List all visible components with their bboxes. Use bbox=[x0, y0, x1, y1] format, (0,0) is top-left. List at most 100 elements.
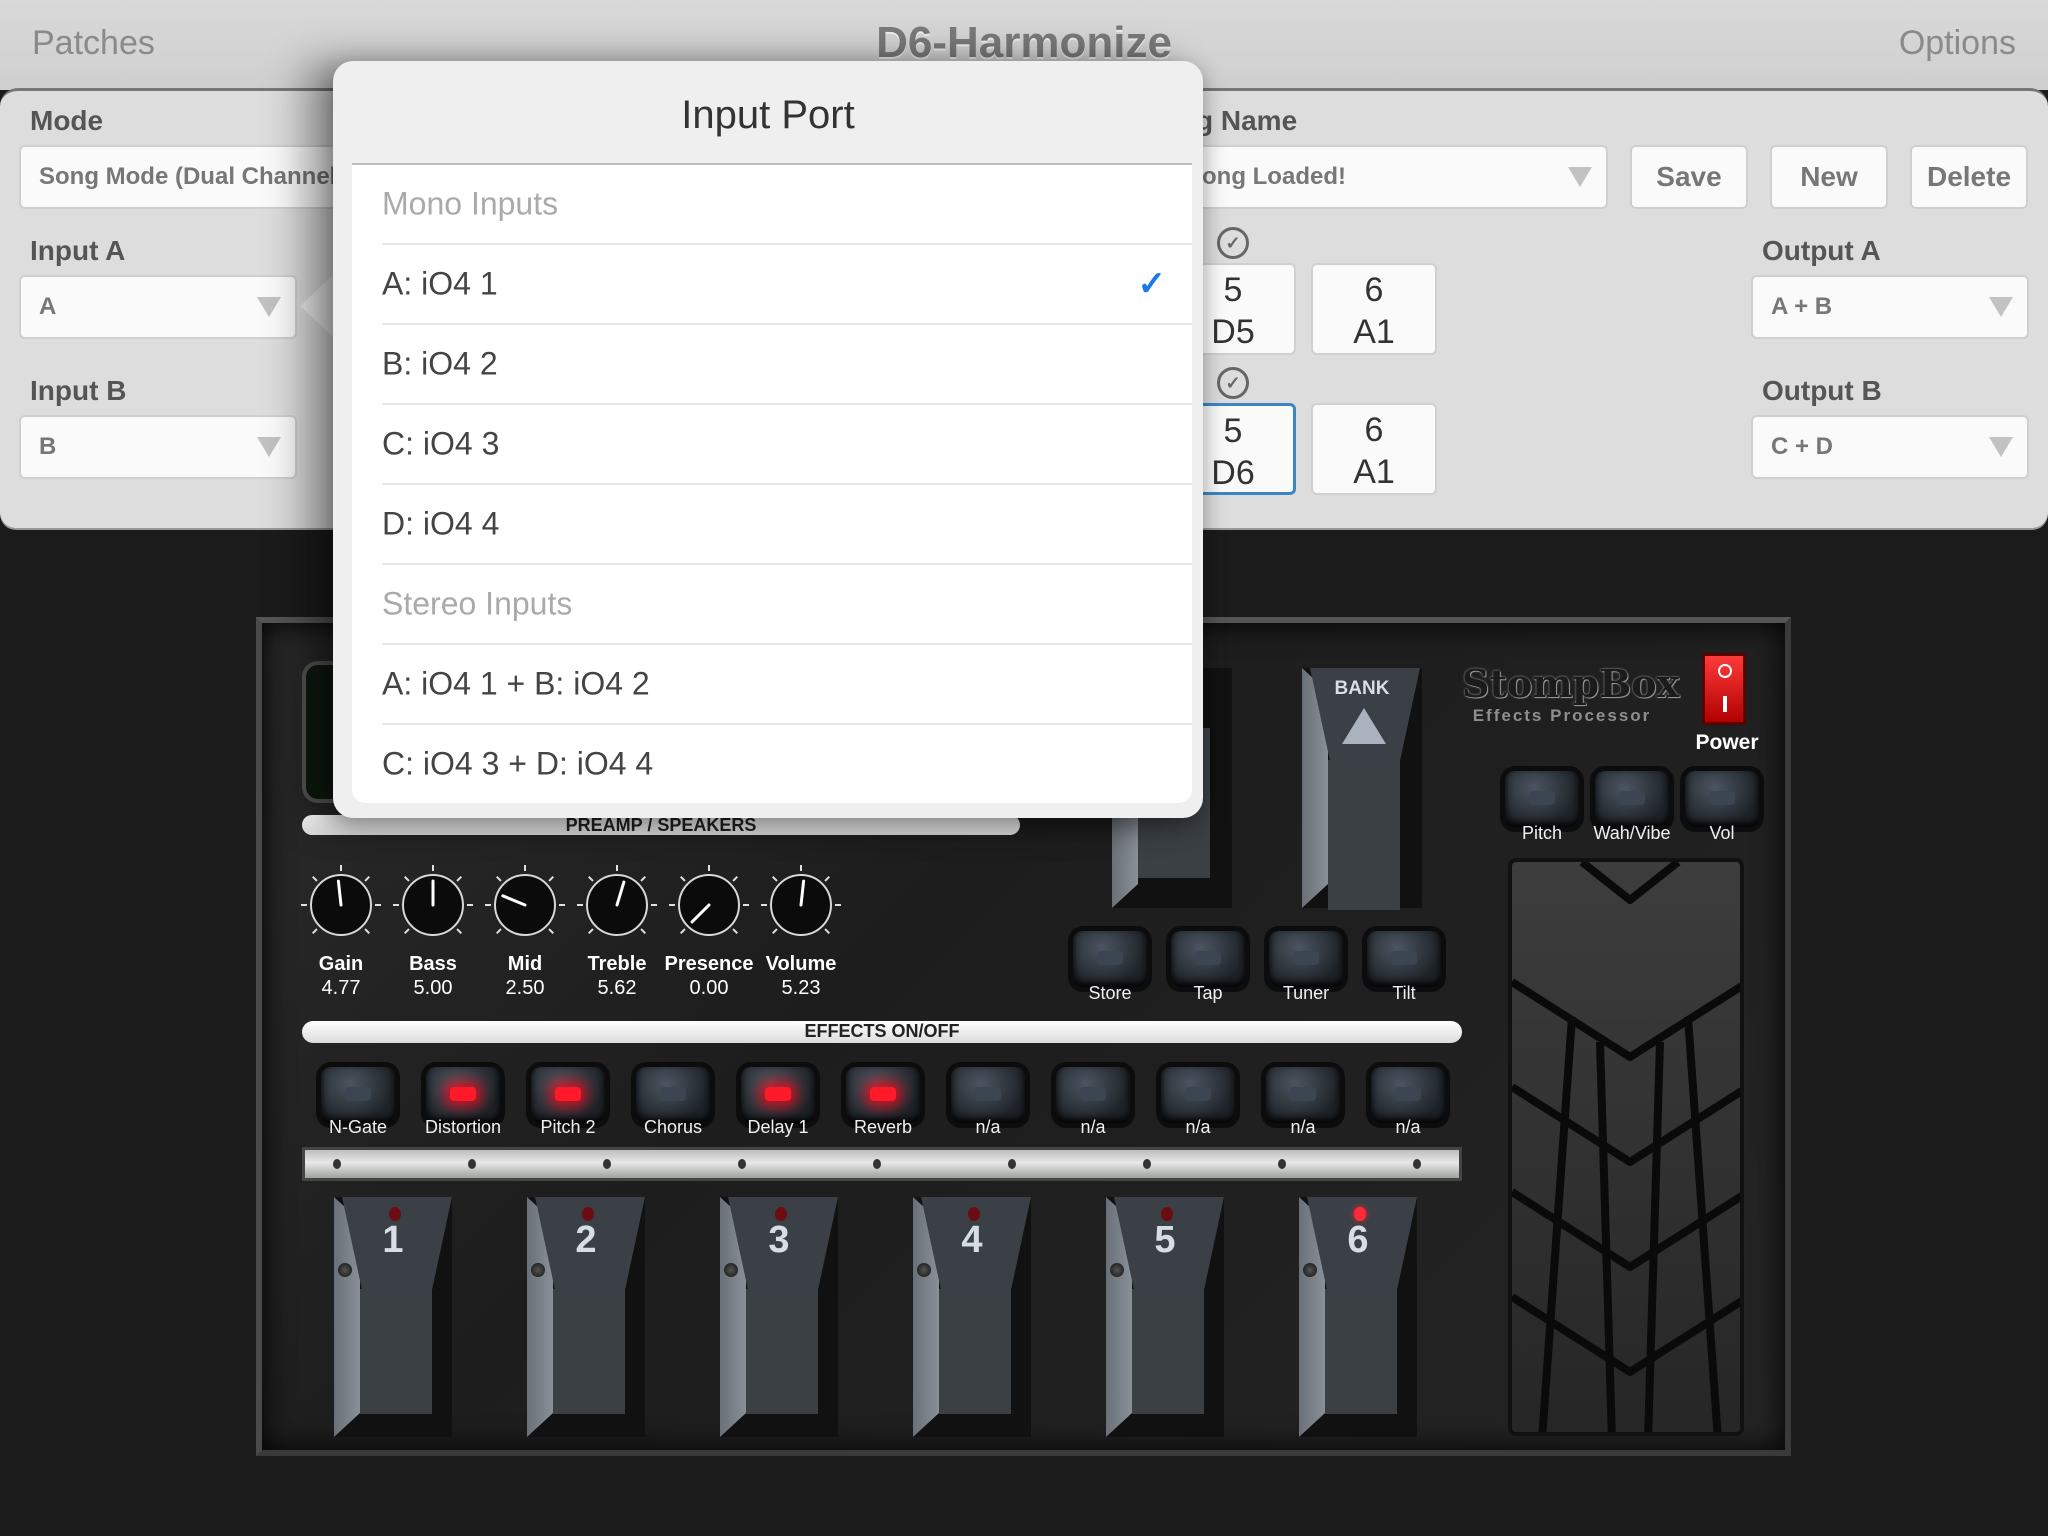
input-port-option[interactable]: C: iO4 3 bbox=[382, 405, 1192, 485]
effect-toggle[interactable] bbox=[636, 1067, 710, 1123]
section-header: Stereo Inputs bbox=[382, 565, 1192, 645]
screw-icon bbox=[603, 1159, 611, 1169]
brand-subtitle: Effects Processor bbox=[1472, 706, 1652, 725]
function-button[interactable] bbox=[1171, 931, 1245, 987]
option-label: B: iO4 2 bbox=[382, 345, 498, 382]
input-b-select[interactable]: B bbox=[19, 415, 297, 479]
screw-icon bbox=[1110, 1263, 1124, 1277]
save-button[interactable]: Save bbox=[1630, 145, 1748, 209]
effect-toggle[interactable] bbox=[741, 1067, 815, 1123]
screw-icon bbox=[1413, 1159, 1421, 1169]
function-button[interactable] bbox=[1269, 931, 1343, 987]
function-button-label: Tilt bbox=[1392, 983, 1416, 1003]
screw-icon bbox=[1278, 1159, 1286, 1169]
input-port-option[interactable]: D: iO4 4 bbox=[382, 485, 1192, 565]
effect-label: Delay 1 bbox=[747, 1117, 809, 1137]
knob[interactable] bbox=[575, 863, 659, 947]
input-a-label: Input A bbox=[30, 235, 126, 266]
rail-divider bbox=[302, 1147, 1462, 1181]
input-port-option[interactable]: B: iO4 2 bbox=[382, 325, 1192, 405]
option-label: C: iO4 3 bbox=[382, 425, 500, 462]
led-indicator bbox=[1080, 1087, 1106, 1101]
led-indicator bbox=[870, 1087, 896, 1101]
new-button[interactable]: New bbox=[1770, 145, 1888, 209]
input-port-option[interactable]: A: iO4 1 + B: iO4 2 bbox=[382, 645, 1192, 725]
output-b-select[interactable]: C + D bbox=[1751, 415, 2029, 479]
chevron-down-icon bbox=[257, 297, 281, 317]
input-b-label: Input B bbox=[30, 375, 127, 406]
input-port-option[interactable]: A: iO4 1 ✓ bbox=[382, 245, 1192, 325]
output-a-label: Output A bbox=[1762, 235, 1881, 266]
power-switch[interactable] bbox=[1702, 653, 1746, 725]
effect-toggle[interactable] bbox=[846, 1067, 920, 1123]
footswitch[interactable]: 1 bbox=[334, 1197, 452, 1437]
footswitch[interactable]: 2 bbox=[527, 1197, 645, 1437]
input-port-option[interactable]: C: iO4 3 + D: iO4 4 bbox=[382, 725, 1192, 803]
knob[interactable] bbox=[391, 863, 475, 947]
input-a-value: A bbox=[39, 293, 57, 320]
knob[interactable] bbox=[759, 863, 843, 947]
pedal-mode-button[interactable] bbox=[1685, 771, 1759, 827]
function-button-label: Tap bbox=[1193, 983, 1223, 1003]
effect-toggle[interactable] bbox=[426, 1067, 500, 1123]
section-header: Mono Inputs bbox=[382, 165, 1192, 245]
effect-toggle[interactable] bbox=[1371, 1067, 1445, 1123]
arrow-up-icon bbox=[1342, 708, 1386, 744]
knob[interactable] bbox=[483, 863, 567, 947]
effect-label: Chorus bbox=[643, 1117, 703, 1137]
function-button[interactable] bbox=[1367, 931, 1441, 987]
pedal-mode-button[interactable] bbox=[1595, 771, 1669, 827]
effect-toggle[interactable] bbox=[1161, 1067, 1235, 1123]
footswitch-body bbox=[360, 1289, 432, 1414]
pedal-mode-button[interactable] bbox=[1505, 771, 1579, 827]
screw-icon bbox=[873, 1159, 881, 1169]
chevron-down-icon bbox=[257, 437, 281, 457]
led-indicator bbox=[660, 1087, 686, 1101]
footswitch[interactable]: 3 bbox=[720, 1197, 838, 1437]
screw-icon bbox=[1008, 1159, 1016, 1169]
footswitch-number: 3 bbox=[768, 1219, 790, 1261]
function-button[interactable] bbox=[1073, 931, 1147, 987]
effect-label: Distortion bbox=[424, 1117, 502, 1137]
bank-up-pedal[interactable]: BANK bbox=[1302, 668, 1422, 910]
effect-toggle[interactable] bbox=[531, 1067, 605, 1123]
footswitch-body bbox=[1132, 1289, 1204, 1414]
popover-title: Input Port bbox=[681, 93, 855, 137]
footswitch-number: 5 bbox=[1154, 1219, 1176, 1261]
input-a-select[interactable]: A bbox=[19, 275, 297, 339]
option-label: A: iO4 1 + B: iO4 2 bbox=[382, 665, 650, 702]
effect-toggle[interactable] bbox=[951, 1067, 1025, 1123]
check-circle-icon[interactable]: ✓ bbox=[1217, 367, 1249, 399]
delete-button[interactable]: Delete bbox=[1910, 145, 2028, 209]
option-label: C: iO4 3 + D: iO4 4 bbox=[382, 745, 654, 782]
song-slot[interactable]: 6 A1 bbox=[1311, 263, 1437, 355]
footswitch[interactable]: 5 bbox=[1106, 1197, 1224, 1437]
footswitch[interactable]: 6 bbox=[1299, 1197, 1417, 1437]
effect-toggle[interactable] bbox=[1266, 1067, 1340, 1123]
led-indicator bbox=[1619, 791, 1645, 805]
effect-toggle[interactable] bbox=[321, 1067, 395, 1123]
option-label: D: iO4 4 bbox=[382, 505, 500, 542]
screw-icon bbox=[738, 1159, 746, 1169]
led-indicator bbox=[1097, 951, 1123, 965]
footswitch-body bbox=[1325, 1289, 1397, 1414]
popover-arrow bbox=[300, 274, 334, 338]
power-on-icon bbox=[1723, 696, 1727, 712]
section-title: Stereo Inputs bbox=[382, 585, 573, 622]
checkmark-icon: ✓ bbox=[1137, 265, 1167, 303]
chevron-down-icon bbox=[1989, 297, 2013, 317]
output-a-select[interactable]: A + B bbox=[1751, 275, 2029, 339]
song-name-label: g Name bbox=[1196, 105, 1298, 136]
knob[interactable] bbox=[667, 863, 751, 947]
song-slot[interactable]: 6 A1 bbox=[1311, 403, 1437, 495]
expression-pedal[interactable] bbox=[1508, 858, 1744, 1436]
footswitch[interactable]: 4 bbox=[913, 1197, 1031, 1437]
effects-section-label: EFFECTS ON/OFF bbox=[302, 1021, 1462, 1043]
screw-icon bbox=[333, 1159, 341, 1169]
check-circle-icon[interactable]: ✓ bbox=[1217, 227, 1249, 259]
screw-icon bbox=[531, 1263, 545, 1277]
effect-toggle[interactable] bbox=[1056, 1067, 1130, 1123]
options-button[interactable]: Options bbox=[1899, 24, 2016, 63]
knob[interactable] bbox=[299, 863, 383, 947]
footswitch-number: 6 bbox=[1347, 1219, 1369, 1261]
